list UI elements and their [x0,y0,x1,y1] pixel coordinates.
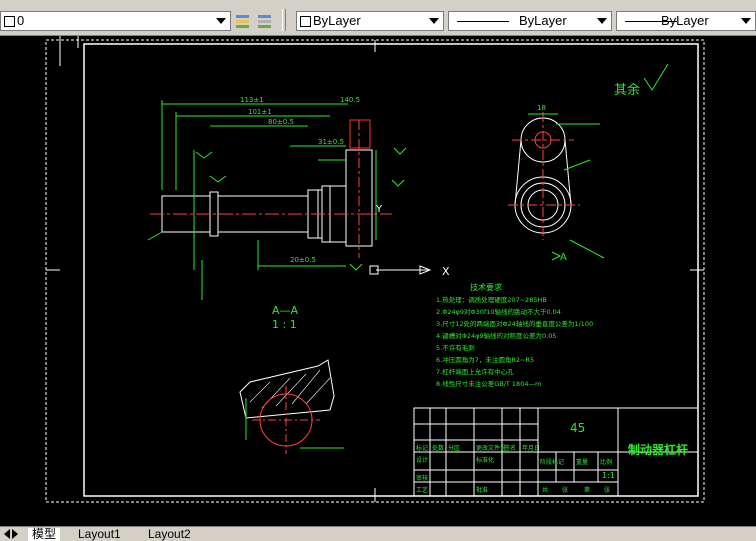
chevron-down-icon [597,18,607,24]
properties-toolbar: 0 ByLayer ByLayer ByLayer [0,0,756,36]
chevron-down-icon [216,18,226,24]
title-scale: 1:1 [602,471,615,480]
dim-text: 20±0.5 [290,256,316,264]
title-cell: 年月日 [522,444,540,452]
tech-note: 7.杠杆端面上允许有中心孔 [436,367,514,376]
title-cell: 分区 [448,444,460,452]
layout-tabs: 模型 Layout1 Layout2 [0,526,756,541]
title-cell: 共 [542,486,548,494]
linetype-sample [457,21,509,22]
tab-model[interactable]: 模型 [28,528,61,541]
tech-note: 4.键槽对Φ24φ9轴线的对称度公差为0.05 [436,331,557,340]
color-dropdown-value: ByLayer [313,13,361,28]
dim-text: 31±0.5 [318,138,344,146]
shaft-dim-text: 113±1 140.5 101±1 80±0.5 31±0.5 20±0.5 Y… [240,96,450,278]
tech-note: 1.热处理：调质处理硬度207~285HB [436,295,547,304]
roughness-symbol-icon [643,63,669,91]
title-cell: 重量 [576,458,588,466]
axis-label-x: X [442,265,450,278]
title-cell: 标准化 [476,456,494,464]
section-scale: 1 : 1 [272,318,297,331]
layer-dropdown-value: 0 [17,13,25,28]
color-dropdown[interactable]: ByLayer [296,11,444,31]
view-label-a: A [560,252,567,263]
drawing-canvas[interactable]: 113±1 140.5 101±1 80±0.5 31±0.5 20±0.5 Y… [0,36,756,526]
lineweight-dropdown[interactable]: ByLayer [616,11,756,31]
tab-layout2[interactable]: Layout2 [144,528,195,541]
paper-boundary [45,39,705,503]
toolbar-grip[interactable] [282,9,286,31]
tech-note: 8.线性尺寸未注公差GB/T 1804—m [436,379,541,388]
tab-prev-icon[interactable] [4,529,10,539]
title-cell: 批准 [476,486,488,494]
title-cell: 张 [562,486,568,494]
lever-centerlines [508,112,580,240]
title-cell: 工艺 [416,486,428,494]
tab-next-icon[interactable] [12,529,18,539]
tech-notes: 1.热处理：调质处理硬度207~285HB 2.Φ24φ9对Φ30f10轴线的跳… [436,295,593,388]
shaft-centerlines [150,119,392,258]
title-number: 45 [570,421,585,435]
cad-drawing[interactable]: 113±1 140.5 101±1 80±0.5 31±0.5 20±0.5 Y… [0,36,756,526]
title-cell: 比例 [600,458,612,466]
title-cell: 张 [604,486,610,494]
layer-previous-icon[interactable] [256,12,274,30]
dim-text: 113±1 [240,96,264,104]
linetype-dropdown[interactable]: ByLayer [448,11,612,31]
dim-text: 18 [537,104,546,112]
dim-text: 140.5 [340,96,360,104]
shaft-dimensions [147,100,432,300]
layer-color-swatch [4,16,15,27]
axis-label-y: Y [375,204,383,215]
title-cell: 第 [584,486,590,494]
chevron-down-icon [429,18,439,24]
part-name: 制动器杠杆 [628,442,688,457]
lineweight-dropdown-value: ByLayer [661,13,709,28]
linetype-dropdown-value: ByLayer [519,13,567,28]
layer-dropdown[interactable]: 0 [0,11,231,31]
title-cell: 更改文件号 [476,444,506,452]
roughness-note: 其余 [614,82,640,98]
tech-note: 2.Φ24φ9对Φ30f10轴线的跳动不大于0.04 [436,307,561,316]
dim-text: 80±0.5 [268,118,294,126]
tech-note: 6.冲压圆角为7，未注圆角R2~R5 [436,355,534,364]
color-swatch [300,16,311,27]
tech-note: 5.不许有毛刺 [436,343,475,352]
dim-text: 101±1 [248,108,272,116]
title-cell: 审核 [416,474,428,482]
section-view [239,359,344,454]
title-cell: 签名 [504,444,516,452]
title-cell: 设计 [416,456,428,464]
layer-states-icon[interactable] [234,12,252,30]
section-label: A—A [272,304,299,317]
title-cell: 标记 [416,444,428,452]
title-cell: 阶段标记 [540,458,564,466]
tech-title: 技术要求 [470,282,502,292]
chevron-down-icon [741,18,751,24]
tech-note: 3.尺寸12处的两端面对Φ24轴线的垂直度公差为1/100 [436,319,593,328]
tab-layout1[interactable]: Layout1 [74,528,125,541]
title-cell: 处数 [432,444,444,452]
